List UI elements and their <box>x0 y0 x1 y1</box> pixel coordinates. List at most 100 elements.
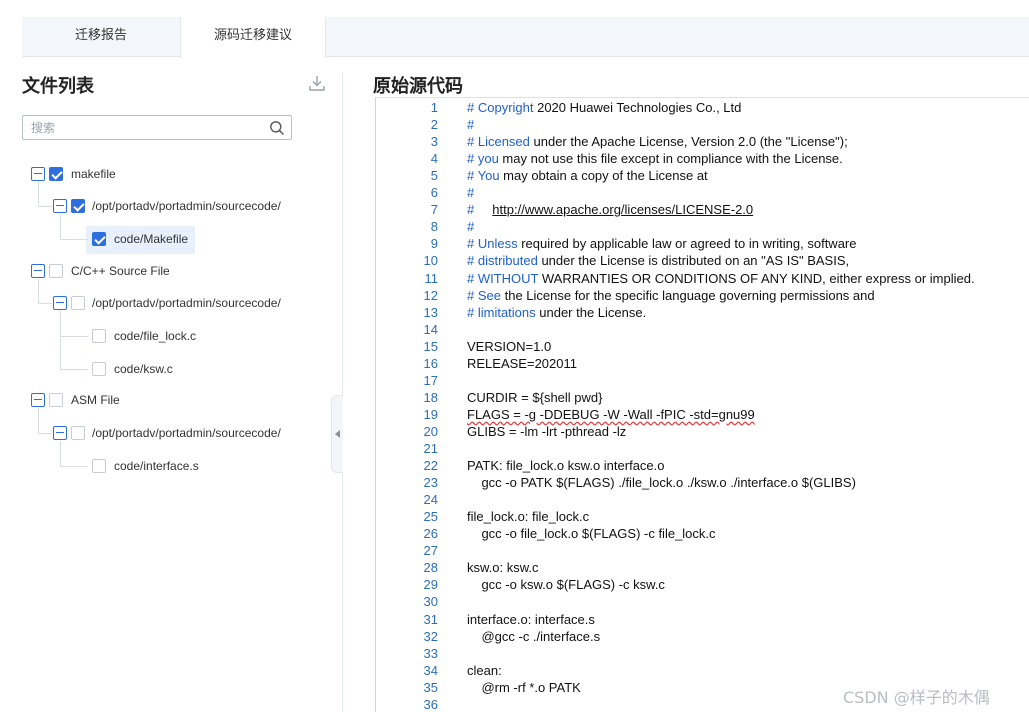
tree-checkbox[interactable] <box>92 362 106 376</box>
code-text: # <box>467 218 474 235</box>
tree-checkbox[interactable] <box>92 232 106 246</box>
line-number: 1 <box>430 100 438 115</box>
code-content: VERSION=1.0 <box>467 338 552 354</box>
tree-item-file[interactable]: code/ksw.c <box>114 361 173 377</box>
code-line: 13 # limitations under the License. <box>376 304 1029 321</box>
code-line: 19 FLAGS = -g -DDEBUG -W -Wall -fPIC -std… <box>376 406 1029 423</box>
tree-checkbox[interactable] <box>49 393 63 407</box>
code-content: PATK: file_lock.o ksw.o interface.o <box>467 458 665 474</box>
file-list-title: 文件列表 <box>22 76 94 97</box>
code-line: 34 clean: <box>376 662 1029 679</box>
tree-item-category[interactable]: ASM File <box>71 392 120 408</box>
line-number: 18 <box>423 389 438 405</box>
collapse-toggle[interactable] <box>53 296 67 310</box>
line-number: 14 <box>423 321 438 337</box>
tree-item-file[interactable]: code/interface.s <box>114 458 199 474</box>
comment-keyword: # You <box>467 168 500 184</box>
tree-item-folder[interactable]: /opt/portadv/portadmin/sourcecode/ <box>92 295 281 311</box>
code-text: # You may obtain a copy of the License a… <box>467 167 708 184</box>
code-line: 28 ksw.o: ksw.c <box>376 559 1029 576</box>
line-number: 21 <box>423 441 438 456</box>
download-icon[interactable] <box>308 74 326 92</box>
code-text: # Copyright 2020 Huawei Technologies Co.… <box>467 99 741 116</box>
code-text: # Unless required by applicable law or a… <box>467 235 856 252</box>
chevron-left-icon <box>335 430 340 438</box>
code-line: 25 file_lock.o: file_lock.c <box>376 508 1029 525</box>
line-number: 32 <box>423 628 438 644</box>
code-text: # WITHOUT WARRANTIES OR CONDITIONS OF AN… <box>467 270 975 287</box>
license-link[interactable]: http://www.apache.org/licenses/LICENSE-2… <box>492 202 753 217</box>
line-number: 35 <box>423 679 438 695</box>
tree-checkbox[interactable] <box>92 329 106 343</box>
code-line: 22 PATK: file_lock.o ksw.o interface.o <box>376 457 1029 474</box>
line-number: 15 <box>423 338 438 354</box>
search-icon[interactable] <box>269 120 285 136</box>
code-content: gcc -o file_lock.o $(FLAGS) -c file_lock… <box>467 526 716 542</box>
tree-item-folder[interactable]: /opt/portadv/portadmin/sourcecode/ <box>92 425 281 441</box>
code-text: @rm -rf *.o PATK <box>467 679 581 696</box>
comment-keyword: # Unless <box>467 236 518 252</box>
code-content: @rm -rf *.o PATK <box>467 679 581 695</box>
code-content: GLIBS = -lm -lrt -pthread -lz <box>467 423 627 439</box>
comment-keyword: # See <box>467 287 501 303</box>
line-number: 26 <box>423 526 438 542</box>
tree-connector <box>38 303 52 304</box>
code-line: 15 VERSION=1.0 <box>376 338 1029 355</box>
code-text: gcc -o PATK $(FLAGS) ./file_lock.o ./ksw… <box>467 474 856 491</box>
collapse-toggle[interactable] <box>31 264 45 278</box>
tree-item-file[interactable]: code/Makefile <box>114 231 188 247</box>
code-text: VERSION=1.0 <box>467 338 551 355</box>
code-line: 31 interface.o: interface.s <box>376 611 1029 628</box>
tree-checkbox[interactable] <box>71 426 85 440</box>
collapse-toggle[interactable] <box>53 426 67 440</box>
code-text: # distributed under the License is distr… <box>467 252 849 269</box>
tree-connector <box>60 336 88 337</box>
code-content: file_lock.o: file_lock.c <box>467 509 590 525</box>
tree-connector <box>60 239 88 240</box>
tab-migration-report[interactable]: 迁移报告 <box>22 17 180 57</box>
code-line: 30 <box>376 593 1029 610</box>
line-number: 20 <box>423 423 438 439</box>
code-text: ksw.o: ksw.c <box>467 559 539 576</box>
line-number: 11 <box>424 270 439 286</box>
collapse-toggle[interactable] <box>53 199 67 213</box>
file-search <box>22 115 292 140</box>
tree-connector <box>38 279 39 303</box>
tree-checkbox[interactable] <box>49 264 63 278</box>
tab-source-migration-advice[interactable]: 源码迁移建议 <box>180 17 326 58</box>
search-input[interactable] <box>23 116 258 139</box>
code-content: @gcc -c ./interface.s <box>467 628 601 644</box>
tree-checkbox[interactable] <box>92 459 106 473</box>
line-number: 8 <box>430 219 438 235</box>
code-line: 20 GLIBS = -lm -lrt -pthread -lz <box>376 423 1029 440</box>
tree-connector <box>38 433 52 434</box>
code-line: 26 gcc -o file_lock.o $(FLAGS) -c file_l… <box>376 525 1029 542</box>
line-number: 17 <box>423 372 438 388</box>
tree-item-folder[interactable]: /opt/portadv/portadmin/sourcecode/ <box>92 198 281 214</box>
code-text: # Licensed under the Apache License, Ver… <box>467 133 848 150</box>
code-line: 27 <box>376 542 1029 559</box>
tree-checkbox[interactable] <box>71 296 85 310</box>
tree-checkbox[interactable] <box>71 199 85 213</box>
line-number: 7 <box>430 202 438 218</box>
comment-keyword: # WITHOUT <box>467 270 539 286</box>
line-number: 19 <box>423 406 438 422</box>
collapse-toggle[interactable] <box>31 167 45 181</box>
collapse-panel-handle[interactable] <box>331 395 343 473</box>
tree-item-file[interactable]: code/file_lock.c <box>114 328 196 344</box>
collapse-toggle[interactable] <box>31 393 45 407</box>
tree-checkbox[interactable] <box>49 167 63 181</box>
code-text: # limitations under the License. <box>467 304 646 321</box>
tree-item-category[interactable]: C/C++ Source File <box>71 263 170 279</box>
code-line: 12 # See the License for the specific lan… <box>376 287 1029 304</box>
code-text: @gcc -c ./interface.s <box>467 628 600 645</box>
code-content: 2020 Huawei Technologies Co., Ltd <box>533 100 742 115</box>
code-line: 17 <box>376 372 1029 389</box>
line-number: 10 <box>423 253 438 269</box>
code-editor[interactable]: 1 # Copyright 2020 Huawei Technologies Co… <box>375 97 1029 712</box>
tree-item-makefile[interactable]: makefile <box>71 166 116 182</box>
code-text: # http://www.apache.org/licenses/LICENSE… <box>467 201 753 218</box>
line-number: 13 <box>423 304 438 320</box>
tab-bar: 迁移报告 源码迁移建议 <box>22 17 1029 58</box>
code-text: gcc -o file_lock.o $(FLAGS) -c file_lock… <box>467 525 716 542</box>
